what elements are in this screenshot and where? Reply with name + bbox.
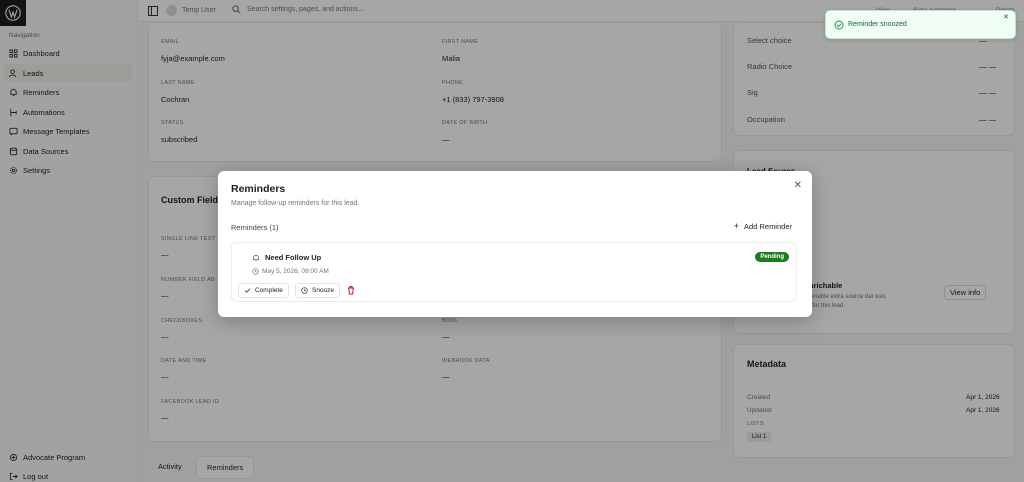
reminders-count: Reminders (1) [231, 223, 279, 232]
toast-message: Reminder snoozed [848, 21, 907, 28]
modal-title: Reminders [231, 183, 286, 195]
close-icon[interactable]: ✕ [794, 180, 802, 191]
status-badge: Pending [755, 252, 789, 262]
bell-icon [253, 254, 259, 261]
add-reminder-label: Add Reminder [744, 221, 792, 231]
add-reminder-button[interactable]: + Add Reminder [727, 217, 798, 235]
check-icon [244, 288, 251, 293]
complete-button[interactable]: Complete [238, 283, 289, 298]
clock-icon [301, 287, 308, 294]
reminders-modal: Reminders Manage follow-up reminders for… [218, 171, 812, 317]
reminder-item: Need Follow Up May 5, 2026, 09:00 AM Pen… [231, 242, 797, 302]
modal-subtitle: Manage follow-up reminders for this lead… [231, 200, 360, 207]
reminder-datetime: May 5, 2026, 09:00 AM [262, 268, 329, 275]
reminder-date-row: May 5, 2026, 09:00 AM [252, 268, 329, 275]
clock-icon [252, 268, 259, 275]
reminder-title: Need Follow Up [265, 253, 322, 262]
check-circle-icon [834, 20, 844, 30]
snooze-button[interactable]: Snooze [295, 283, 341, 298]
complete-label: Complete [255, 287, 283, 294]
toast-notification: Reminder snoozed ✕ [825, 10, 1016, 39]
snooze-label: Snooze [312, 287, 335, 294]
close-icon[interactable]: ✕ [1003, 13, 1009, 21]
trash-icon[interactable] [346, 285, 356, 295]
reminder-title-row: Need Follow Up [252, 253, 321, 262]
plus-icon: + [733, 221, 740, 231]
